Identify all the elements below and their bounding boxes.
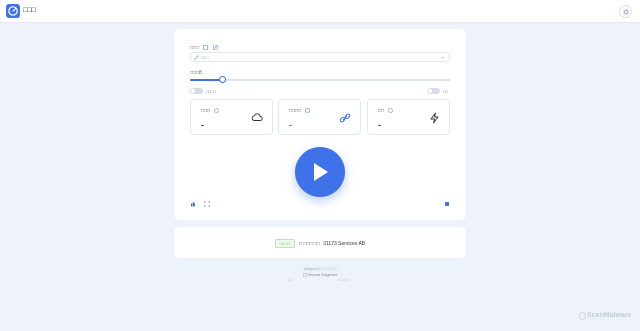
info-icon[interactable] bbox=[214, 108, 220, 113]
shield-icon bbox=[579, 312, 586, 320]
info-icon[interactable] bbox=[305, 108, 311, 113]
watermark: ScanMalware bbox=[579, 312, 632, 320]
stat-label-text: □□□□ bbox=[289, 108, 302, 114]
url-label: □□□ bbox=[190, 45, 218, 51]
stat-value: - bbox=[201, 120, 204, 130]
link-icon bbox=[194, 55, 199, 60]
broken-image-icon bbox=[302, 273, 307, 277]
speedometer-icon[interactable] bbox=[6, 4, 20, 18]
play-icon bbox=[314, 163, 328, 181]
url-input[interactable] bbox=[201, 53, 431, 61]
settings-icon[interactable] bbox=[444, 201, 450, 207]
url-field[interactable] bbox=[190, 52, 450, 62]
fullscreen-icon[interactable] bbox=[204, 201, 210, 207]
stat-card-speed: □□ - bbox=[367, 99, 450, 135]
isp-name: 31173 Services AB bbox=[323, 241, 366, 247]
url-label-text: □□□ bbox=[190, 45, 200, 51]
status-text: □ □□□ □□ bbox=[298, 241, 320, 247]
chevron-down-icon[interactable] bbox=[440, 55, 445, 60]
test-config-card: □□□ □□□8 □□□□ □□ □□□ bbox=[174, 29, 466, 220]
stat-label-text: □□□ bbox=[201, 108, 211, 114]
edit-icon[interactable] bbox=[213, 45, 218, 50]
threads-slider-thumb[interactable] bbox=[219, 76, 226, 83]
gear-icon bbox=[622, 8, 630, 16]
top-bar: □□□ bbox=[0, 0, 640, 23]
threads-slider[interactable] bbox=[190, 76, 450, 83]
stat-label: □□□□ bbox=[289, 108, 311, 114]
toggle-right-label: □□ bbox=[443, 89, 448, 94]
watermark-text: ScanMalware bbox=[587, 312, 632, 319]
sponsor-name: Secure Edgeone bbox=[307, 272, 338, 277]
stat-value: - bbox=[378, 120, 381, 130]
stat-value: - bbox=[289, 120, 292, 130]
thumbs-up-icon[interactable] bbox=[190, 201, 196, 207]
footer-sponsor[interactable]: Secure Edgeone bbox=[0, 272, 640, 277]
stat-card-links: □□□□ - bbox=[278, 99, 361, 135]
toggle-right[interactable] bbox=[427, 88, 440, 94]
link-icon bbox=[339, 113, 351, 123]
stat-label-text: □□ bbox=[378, 108, 385, 114]
status-card: □□□□ □ □□□ □□ 31173 Services AB bbox=[174, 227, 466, 258]
threads-label: □□□8 bbox=[190, 70, 202, 76]
status-line: □□□□ □ □□□ □□ 31173 Services AB bbox=[174, 239, 466, 248]
toggle-left[interactable] bbox=[190, 88, 203, 94]
stat-card-download: □□□ - bbox=[190, 99, 273, 135]
footer-note-left: □□ bbox=[288, 278, 292, 282]
stat-label: □□ bbox=[378, 108, 394, 114]
toggle-left-label: □□□□ bbox=[206, 89, 216, 94]
app-title: □□□ bbox=[23, 7, 36, 14]
cloud-icon bbox=[251, 113, 263, 121]
lightning-icon bbox=[430, 112, 439, 124]
info-icon[interactable] bbox=[388, 108, 394, 113]
help-icon[interactable] bbox=[203, 45, 209, 50]
threads-slider-fill bbox=[190, 79, 223, 81]
footer-note-right: □□□□□□ bbox=[338, 278, 349, 282]
stat-label: □□□ bbox=[201, 108, 220, 114]
status-badge: □□□□ bbox=[274, 239, 295, 248]
start-test-button[interactable] bbox=[295, 147, 345, 197]
footer-links[interactable]: Wikipedi □ □ □□□□ bbox=[0, 266, 640, 271]
settings-button[interactable] bbox=[619, 5, 632, 18]
